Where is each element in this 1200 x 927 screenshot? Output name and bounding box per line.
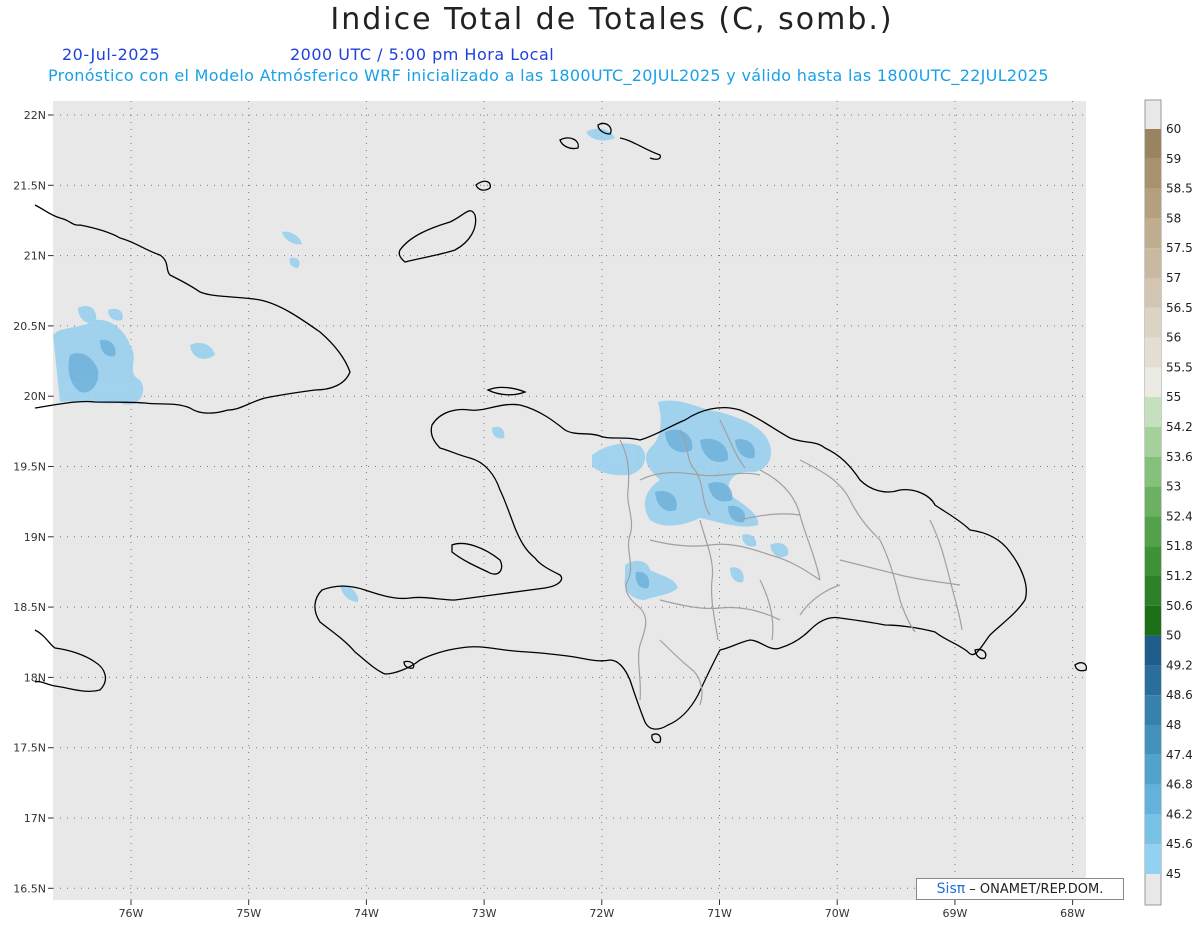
colorbar-swatch [1145, 456, 1161, 487]
colorbar-swatch [1145, 576, 1161, 606]
lat-tick-label: 20.5N [13, 320, 46, 333]
colorbar-label: 53.6 [1166, 450, 1193, 464]
colorbar-label: 57.5 [1166, 241, 1193, 255]
latitude-labels: 22N21.5N21N20.5N20N19.5N19N18.5N18N17.5N… [13, 109, 53, 895]
colorbar-swatch [1145, 397, 1161, 427]
colorbar-label: 50.6 [1166, 599, 1193, 613]
colorbar-label: 45 [1166, 867, 1181, 881]
lat-tick-label: 16.5N [13, 882, 46, 895]
colorbar-label: 56.5 [1166, 301, 1193, 315]
colorbar-swatch [1145, 158, 1161, 189]
colorbar-label: 58.5 [1166, 182, 1193, 196]
colorbar-label: 57 [1166, 271, 1181, 285]
colorbar-swatch [1145, 516, 1161, 547]
colorbar-swatch [1145, 695, 1161, 725]
lat-tick-label: 18.5N [13, 601, 46, 614]
colorbar-label: 52.4 [1166, 509, 1193, 523]
lon-tick-label: 73W [472, 907, 497, 920]
colorbar-swatch [1145, 248, 1161, 278]
map-canvas: 22N21.5N21N20.5N20N19.5N19N18.5N18N17.5N… [13, 99, 1193, 920]
colorbar-swatch [1145, 546, 1161, 576]
lat-tick-label: 21.5N [13, 179, 46, 192]
colorbar-swatch [1145, 367, 1161, 398]
colorbar-label: 51.8 [1166, 539, 1193, 553]
colorbar-label: 54.2 [1166, 420, 1193, 434]
colorbar-swatch [1145, 337, 1161, 368]
lon-tick-label: 69W [942, 907, 967, 920]
lat-tick-label: 17N [24, 812, 46, 825]
lat-tick-label: 22N [24, 109, 46, 122]
colorbar-label: 46.8 [1166, 778, 1193, 792]
lon-tick-label: 68W [1060, 907, 1085, 920]
credit-box: Sisπ – ONAMET/REP.DOM. [916, 878, 1124, 900]
map-background [53, 101, 1086, 900]
longitude-labels: 76W 75W 74W 73W 72W 71W 70W 69W 68W [119, 900, 1085, 920]
colorbar: 60 59 58.5 58 57.5 57 56.5 56 55.5 55 54.2 53.6 53 52… [1144, 99, 1193, 906]
sispi-logo: Sisπ [936, 881, 966, 897]
lat-tick-label: 20N [24, 390, 46, 403]
colorbar-swatch [1145, 725, 1161, 755]
colorbar-label: 48 [1166, 718, 1181, 732]
colorbar-label: 50 [1166, 629, 1181, 643]
colorbar-label: 55 [1166, 390, 1181, 404]
colorbar-swatch [1145, 814, 1161, 845]
colorbar-swatch [1145, 129, 1161, 159]
colorbar-swatch [1145, 218, 1161, 249]
lon-tick-label: 74W [354, 907, 379, 920]
colorbar-swatch [1145, 665, 1161, 696]
lon-tick-label: 76W [119, 907, 144, 920]
colorbar-swatch [1145, 784, 1161, 815]
colorbar-swatch [1145, 605, 1161, 636]
colorbar-label: 56 [1166, 331, 1181, 345]
colorbar-swatch [1145, 278, 1161, 308]
colorbar-swatch [1145, 635, 1161, 666]
colorbar-swatch [1145, 844, 1161, 874]
colorbar-swatch [1145, 427, 1161, 457]
lon-tick-label: 71W [707, 907, 732, 920]
colorbar-label: 46.2 [1166, 807, 1193, 821]
colorbar-label: 59 [1166, 152, 1181, 166]
colorbar-label: 47.4 [1166, 748, 1193, 762]
credit-text: – ONAMET/REP.DOM. [965, 882, 1104, 897]
colorbar-swatch [1145, 307, 1161, 338]
colorbar-label: 51.2 [1166, 569, 1193, 583]
colorbar-label: 60 [1166, 122, 1181, 136]
colorbar-label: 55.5 [1166, 360, 1193, 374]
colorbar-label: 45.6 [1166, 837, 1193, 851]
colorbar-label: 58 [1166, 211, 1181, 225]
lon-tick-label: 75W [236, 907, 261, 920]
lon-tick-label: 72W [589, 907, 614, 920]
colorbar-label: 53 [1166, 480, 1181, 494]
lat-tick-label: 17.5N [13, 742, 46, 755]
lat-tick-label: 19N [24, 531, 46, 544]
colorbar-swatch [1145, 188, 1161, 219]
colorbar-label: 48.6 [1166, 688, 1193, 702]
colorbar-swatch [1145, 754, 1161, 785]
colorbar-swatch [1145, 486, 1161, 517]
colorbar-label: 49.2 [1166, 658, 1193, 672]
lon-tick-label: 70W [825, 907, 850, 920]
lat-tick-label: 21N [24, 250, 46, 263]
lat-tick-label: 19.5N [13, 461, 46, 474]
